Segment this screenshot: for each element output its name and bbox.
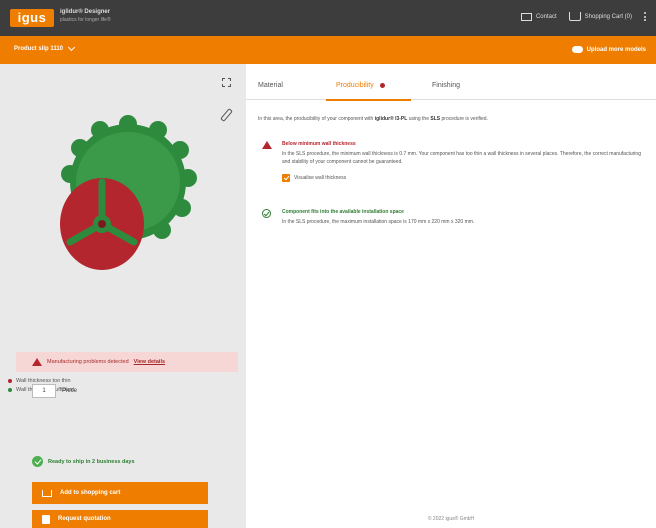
visualise-wall-thickness-checkbox[interactable]: Visualise wall thickness [282, 174, 656, 182]
intro-middle: using the [407, 116, 431, 122]
manufacturing-warning: Manufacturing problems detected View det… [16, 352, 238, 372]
quantity-control: 1 Piece [32, 384, 77, 398]
more-menu-icon[interactable] [644, 12, 646, 21]
cart-icon [568, 12, 581, 21]
warning-icon [262, 141, 272, 149]
cart-icon [42, 489, 52, 497]
mail-icon [520, 12, 532, 21]
contact-link[interactable]: Contact [520, 12, 557, 21]
product-selector[interactable]: Product slip 1110 [14, 43, 76, 52]
copyright-footer: © 2022 igus® GmbH [427, 516, 475, 522]
active-tab-indicator [326, 99, 411, 101]
legend-swatch-red [8, 379, 12, 383]
fullscreen-icon[interactable] [222, 78, 231, 87]
upload-label: Upload more models [586, 46, 646, 53]
intro-process: SLS [430, 116, 441, 122]
chevron-down-icon [67, 43, 76, 52]
check-circle-icon [262, 209, 271, 218]
tab-producibility[interactable]: Producibility [336, 82, 385, 89]
issue-text: In the SLS procedure, the maximum instal… [282, 219, 475, 225]
installation-space-ok: Component fits into the available instal… [262, 209, 656, 226]
shipping-text: Ready to ship in 2 business days [48, 458, 135, 465]
tab-producibility-label: Producibility [336, 82, 374, 89]
quantity-input[interactable]: 1 [32, 384, 56, 398]
cart-label: Shopping Cart (0) [584, 13, 632, 20]
brand: iglidur® Designer plastics for longer li… [60, 9, 111, 23]
checkbox-checked-icon [282, 174, 290, 182]
igus-logo[interactable]: igus [10, 9, 54, 27]
quantity-unit: Piece [62, 388, 78, 394]
upload-models-button[interactable]: Upload more models [571, 46, 646, 53]
tab-finishing[interactable]: Finishing [432, 82, 460, 89]
top-header: igus iglidur® Designer plastics for long… [0, 0, 656, 36]
add-to-cart-label: Add to shopping cart [60, 490, 121, 496]
issue-title: Below minimum wall thickness [282, 141, 356, 147]
intro-suffix: procedure is verified. [440, 116, 488, 122]
product-toolbar: Product slip 1110 Upload more models [0, 36, 656, 64]
shipping-status: Ready to ship in 2 business days [32, 456, 135, 467]
issue-text: In the SLS procedure, the minimum wall t… [282, 151, 641, 165]
request-quote-label: Request quotation [58, 516, 111, 522]
view-details-link[interactable]: View details [134, 359, 165, 365]
gear-3d-model[interactable] [0, 64, 238, 304]
header-actions: Contact Shopping Cart (0) [520, 12, 646, 21]
issue-title: Component fits into the available instal… [282, 209, 404, 215]
product-selector-label: Product slip 1110 [14, 46, 64, 52]
warning-text: Manufacturing problems detected [47, 359, 129, 365]
details-panel: Material Producibility Finishing In this… [246, 64, 656, 528]
intro-material: iglidur® I3-PL [374, 116, 408, 122]
intro-prefix: In this area, the producibility of your … [258, 116, 375, 122]
check-icon [32, 456, 43, 467]
add-to-cart-button[interactable]: Add to shopping cart [32, 482, 208, 504]
document-icon [42, 514, 50, 524]
tab-bar: Material Producibility Finishing [246, 78, 656, 101]
checkbox-label: Visualise wall thickness [294, 175, 347, 181]
request-quote-button[interactable]: Request quotation [32, 510, 208, 528]
brand-title: iglidur® Designer [60, 9, 111, 15]
brand-subtitle: plastics for longer life® [60, 17, 111, 23]
contact-label: Contact [535, 13, 557, 20]
legend-swatch-green [8, 388, 12, 392]
cloud-upload-icon [571, 46, 583, 53]
tab-material[interactable]: Material [258, 82, 283, 89]
warning-icon [32, 358, 42, 366]
wall-thickness-issue: Below minimum wall thickness In the SLS … [262, 141, 656, 182]
producibility-intro: In this area, the producibility of your … [258, 116, 488, 122]
shopping-cart-link[interactable]: Shopping Cart (0) [568, 12, 632, 21]
error-dot-icon [379, 82, 385, 88]
